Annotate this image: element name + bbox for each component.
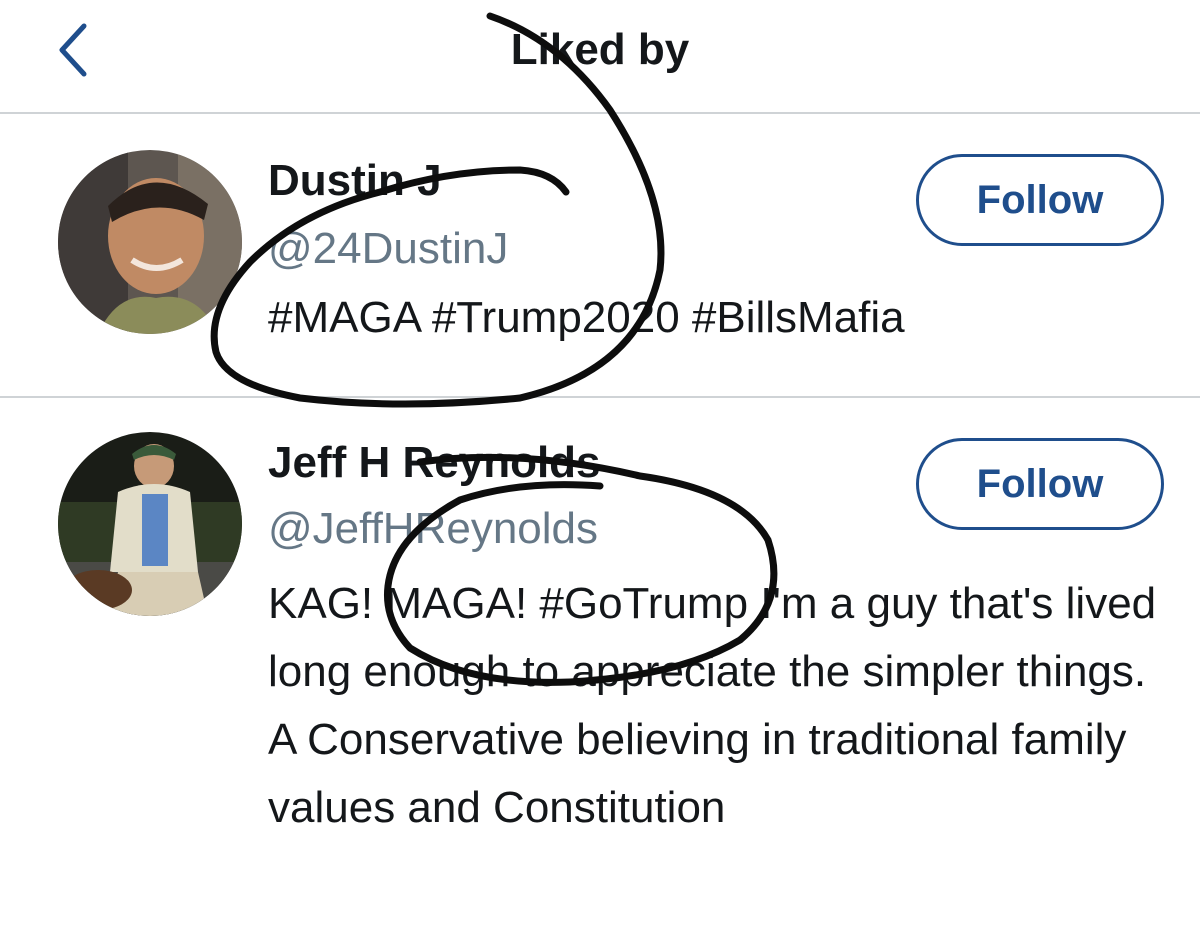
avatar-photo [58,150,242,334]
user-handle: @24DustinJ [268,224,509,273]
user-handle: @JeffHReynolds [268,504,598,553]
avatar[interactable] [58,432,242,616]
avatar-photo [58,432,242,616]
user-bio: #MAGA #Trump2020 #BillsMafia [268,293,905,342]
user-list-item[interactable]: Dustin J @24DustinJ #MAGA #Trump2020 #Bi… [0,114,1200,398]
follow-button[interactable]: Follow [916,438,1164,530]
user-name: Jeff H Reynolds [268,438,601,487]
nav-header: Liked by [0,0,1200,114]
user-bio: KAG! MAGA! #GoTrump I'm a guy that's liv… [268,579,1157,832]
follow-button[interactable]: Follow [916,154,1164,246]
user-name: Dustin J [268,156,442,205]
user-list-item[interactable]: Jeff H Reynolds @JeffHReynolds KAG! MAGA… [0,398,1200,949]
page-title: Liked by [510,25,690,74]
avatar[interactable] [58,150,242,334]
